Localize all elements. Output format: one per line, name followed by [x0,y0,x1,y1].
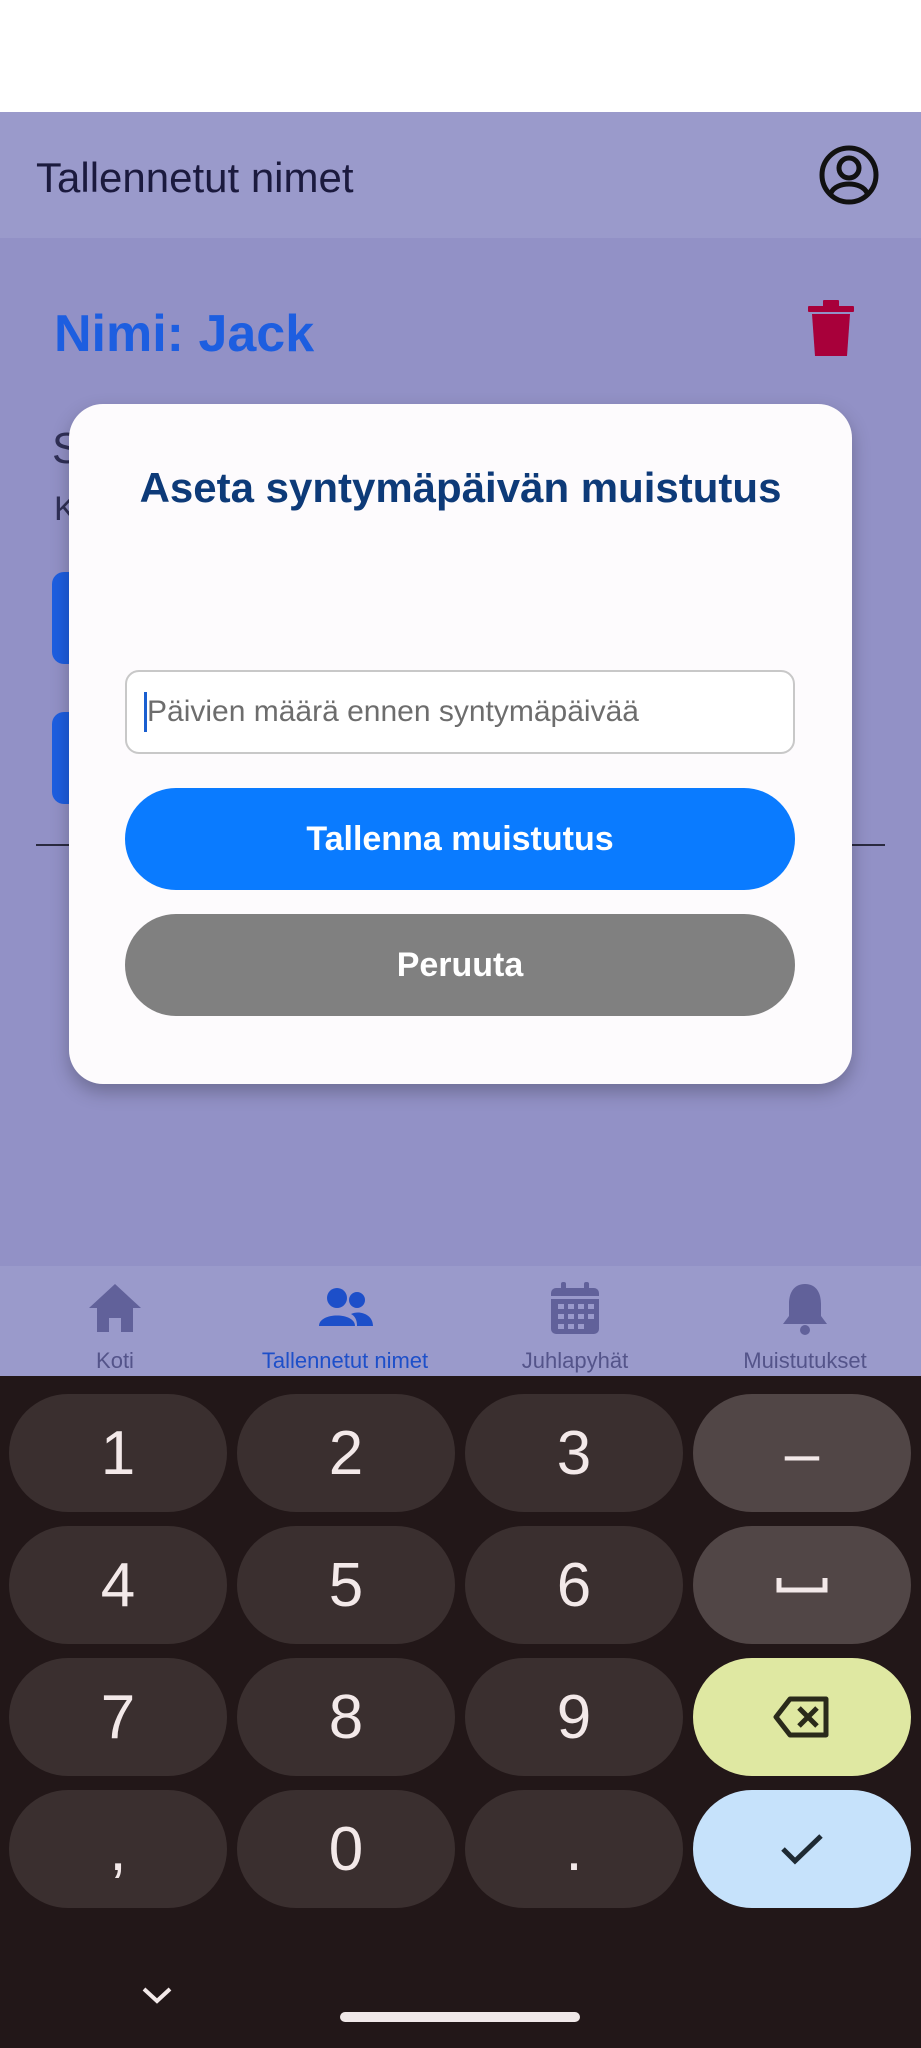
people-icon [319,1288,373,1326]
nav-item-koti[interactable]: Koti [0,1266,230,1376]
nav-label: Muistutukset [743,1348,867,1373]
nav-label: Koti [96,1348,134,1373]
nav-item-tallennetut-nimet[interactable]: Tallennetut nimet [230,1266,460,1376]
page-title: Tallennetut nimet [36,154,354,201]
nav-label: Juhlapyhät [521,1348,629,1373]
status-bar [0,0,921,112]
nav-label: Tallennetut nimet [261,1348,429,1373]
account-circle-icon[interactable] [818,144,880,206]
key-space[interactable] [693,1526,911,1644]
cancel-button[interactable]: Peruuta [125,914,795,1016]
save-reminder-button[interactable]: Tallenna muistutus [125,788,795,890]
gesture-home-bar[interactable] [340,2012,580,2022]
home-icon [89,1284,141,1332]
key-8[interactable]: 8 [237,1658,455,1776]
dialog-title: Aseta syntymäpäivän muistutus [139,464,782,511]
key-comma[interactable]: , [9,1790,227,1908]
key-0[interactable]: 0 [237,1790,455,1908]
key-9[interactable]: 9 [465,1658,683,1776]
key-7[interactable]: 7 [9,1658,227,1776]
reminder-dialog: Aseta syntymäpäivän muistutus Tallenna m… [69,404,852,1084]
key-period[interactable]: . [465,1790,683,1908]
space-icon [776,1578,828,1593]
bell-icon [783,1284,827,1335]
trash-icon[interactable] [808,300,854,356]
chevron-down-icon[interactable] [140,1984,174,2006]
key-4[interactable]: 4 [9,1526,227,1644]
nav-item-muistutukset[interactable]: Muistutukset [690,1266,920,1376]
key-minus[interactable]: – [693,1394,911,1512]
key-2[interactable]: 2 [237,1394,455,1512]
text-cursor [144,692,147,732]
bottom-navigation: Koti Tallennetut nimet Juhlapyhät Muistu… [0,1266,921,1376]
backspace-icon [773,1696,829,1738]
nav-item-juhlapyhat[interactable]: Juhlapyhät [460,1266,690,1376]
calendar-icon [551,1282,599,1334]
key-1[interactable]: 1 [9,1394,227,1512]
app-bar: Tallennetut nimet [0,112,921,238]
key-6[interactable]: 6 [465,1526,683,1644]
days-before-input[interactable] [125,670,795,754]
key-enter[interactable] [693,1790,911,1908]
name-title: Nimi: Jack [54,305,315,363]
key-backspace[interactable] [693,1658,911,1776]
key-3[interactable]: 3 [465,1394,683,1512]
key-5[interactable]: 5 [237,1526,455,1644]
numeric-keyboard: 1 2 3 – 4 5 6 7 8 9 , 0 . [0,1376,921,2048]
checkmark-icon [781,1834,823,1865]
